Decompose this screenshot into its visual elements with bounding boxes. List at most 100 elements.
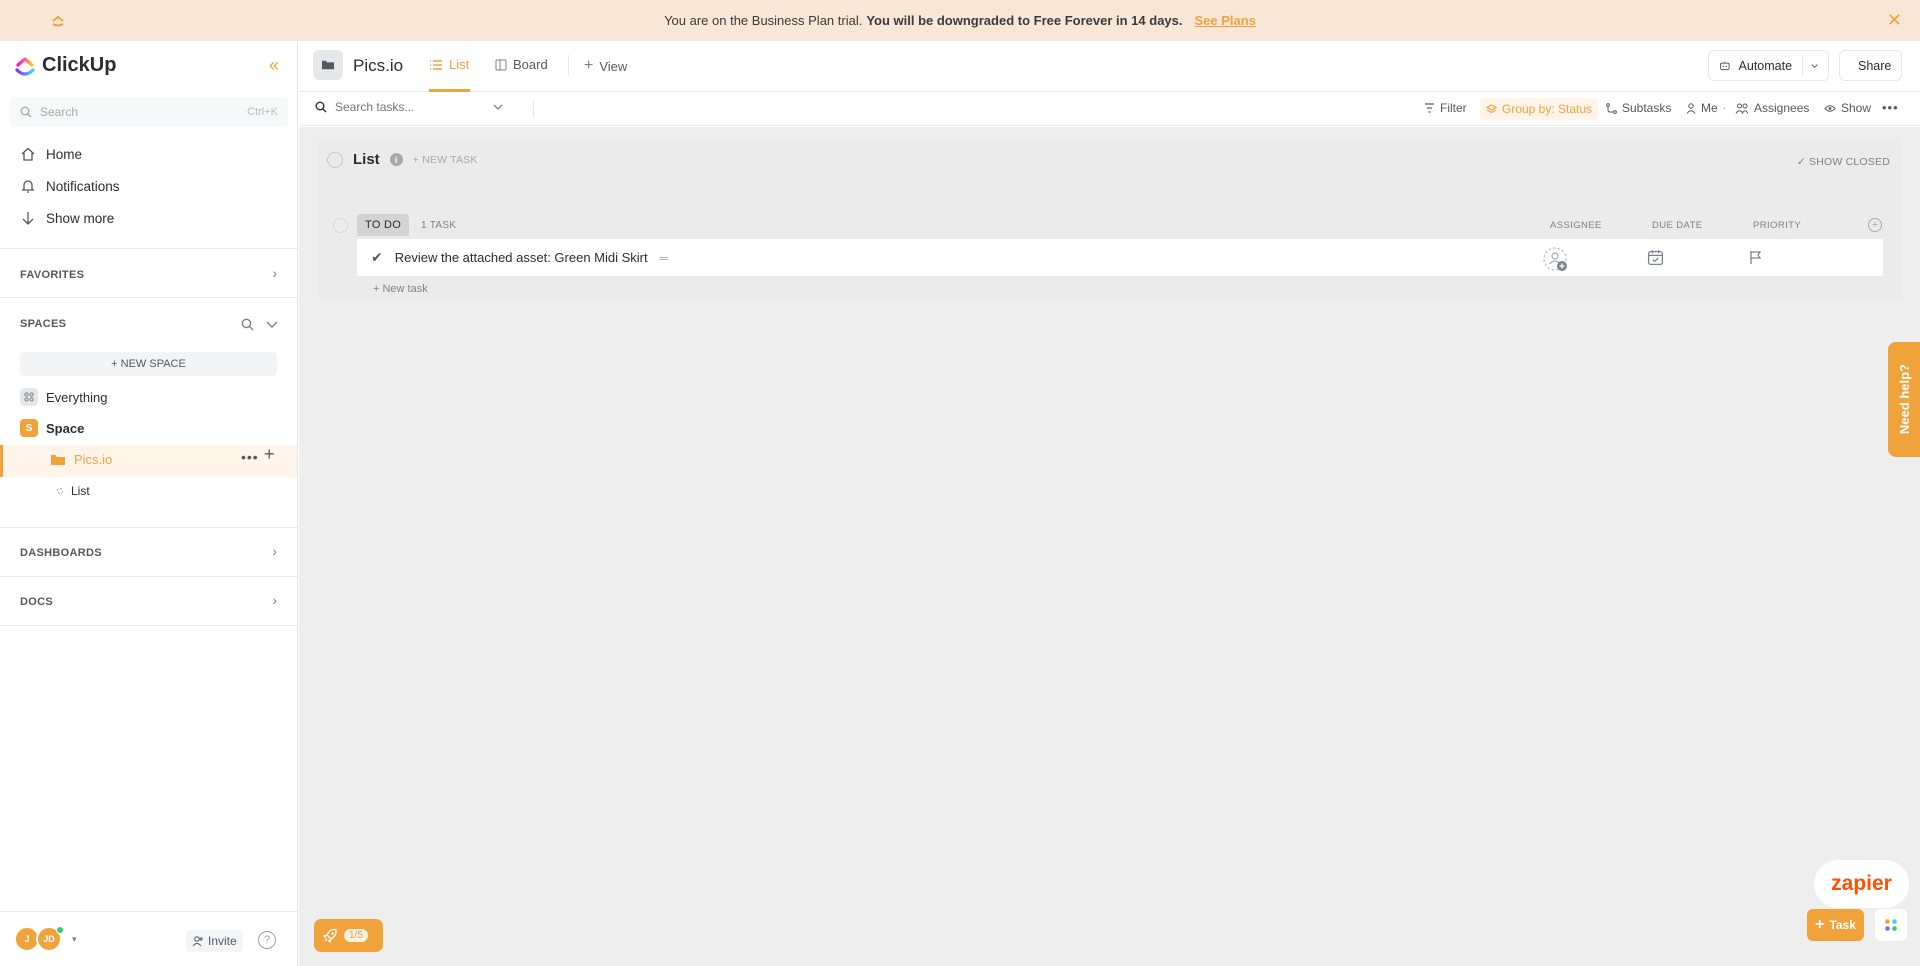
folder-button[interactable] [313, 50, 343, 80]
add-assignee-icon[interactable] [1543, 247, 1569, 273]
share-label: Share [1858, 58, 1892, 73]
help-icon[interactable]: ? [258, 931, 276, 949]
calendar-icon[interactable] [1647, 249, 1664, 266]
new-task-link[interactable]: + New task [373, 283, 428, 295]
list-icon [430, 59, 442, 70]
chevron-right-icon[interactable]: › [272, 592, 277, 608]
plus-icon[interactable]: + [264, 444, 275, 465]
collapse-group-icon[interactable] [333, 218, 348, 233]
new-task-header-button[interactable]: + NEW TASK [413, 154, 478, 166]
check-icon[interactable]: ✔ [371, 249, 383, 266]
nav-notifications[interactable]: Notifications [20, 178, 120, 194]
tab-board[interactable]: Board [495, 57, 548, 72]
caret-down-icon[interactable]: ▾ [72, 934, 77, 945]
collapse-list-icon[interactable] [327, 151, 343, 168]
user-icon [1686, 102, 1696, 114]
add-user-icon [192, 936, 203, 947]
see-plans-link[interactable]: See Plans [1195, 13, 1256, 28]
check-icon: ✓ [1796, 156, 1806, 168]
list-title: List [353, 151, 380, 168]
eye-icon [1824, 104, 1836, 112]
group-by-button[interactable]: Group by: Status [1480, 98, 1599, 120]
task-row[interactable]: ✔ Review the attached asset: Green Midi … [357, 239, 1883, 276]
sidebar-item-list-label: List [71, 484, 90, 498]
group-by-label: Group by: Status [1502, 102, 1593, 116]
me-button[interactable]: Me [1686, 101, 1718, 115]
filter-label: Filter [1440, 101, 1467, 115]
chevron-down-icon[interactable] [1811, 62, 1818, 70]
invite-button[interactable]: Invite [186, 930, 243, 952]
chevron-right-icon[interactable]: › [272, 265, 277, 281]
add-view-button[interactable]: + View [584, 57, 627, 75]
share-button[interactable]: Share [1839, 50, 1902, 81]
info-icon[interactable]: i [389, 153, 403, 166]
subtasks-button[interactable]: Subtasks [1606, 101, 1671, 115]
robot-icon [1719, 61, 1730, 70]
new-space-button[interactable]: + NEW SPACE [20, 352, 277, 376]
home-icon [21, 147, 35, 161]
task-search-input[interactable] [335, 100, 485, 114]
tab-list[interactable]: List [429, 57, 469, 72]
sidebar-search[interactable]: Search Ctrl+K [10, 97, 288, 127]
status-badge[interactable]: TO DO [357, 214, 410, 236]
add-task-button[interactable]: + Task [1807, 909, 1864, 941]
sidebar-footer: J JD ▾ Invite ? [0, 911, 297, 966]
nav-show-more[interactable]: Show more [20, 210, 114, 226]
me-label: Me [1701, 101, 1718, 115]
docs-header[interactable]: DOCS [20, 596, 53, 608]
flag-icon[interactable] [1749, 250, 1763, 265]
automate-button[interactable]: Automate [1708, 50, 1829, 81]
assignees-button[interactable]: Assignees [1735, 101, 1809, 115]
collapse-sidebar-icon[interactable]: « [269, 55, 279, 76]
add-task-label: Task [1829, 918, 1856, 932]
search-icon [20, 106, 32, 118]
task-count: 1 TASK [421, 220, 457, 231]
show-closed-label: SHOW CLOSED [1809, 156, 1890, 168]
sidebar-item-list[interactable]: List [57, 484, 90, 498]
close-icon[interactable]: ✕ [1887, 10, 1902, 31]
dashboards-header[interactable]: DASHBOARDS [20, 547, 102, 559]
column-header-due-date[interactable]: DUE DATE [1652, 220, 1703, 231]
search-shortcut: Ctrl+K [247, 106, 278, 118]
task-name[interactable]: Review the attached asset: Green Midi Sk… [395, 250, 648, 265]
show-button[interactable]: Show [1824, 101, 1871, 115]
column-header-assignee[interactable]: ASSIGNEE [1550, 220, 1602, 231]
apps-button[interactable] [1875, 909, 1907, 941]
folder-icon [322, 60, 334, 70]
onboarding-progress: 1/5 [344, 929, 368, 942]
chevron-down-icon[interactable] [266, 320, 278, 330]
need-help-tab[interactable]: Need help? [1888, 342, 1920, 457]
layers-icon [1486, 103, 1497, 113]
list-header: List i + NEW TASK [327, 151, 478, 168]
search-icon [315, 101, 327, 113]
task-search[interactable] [315, 100, 525, 114]
zapier-widget[interactable]: zapier [1814, 860, 1909, 908]
divider [1802, 55, 1803, 76]
more-options-icon[interactable]: ••• [1882, 100, 1899, 115]
filter-button[interactable]: Filter [1424, 101, 1467, 115]
spaces-header[interactable]: SPACES [20, 318, 66, 330]
automate-label: Automate [1738, 58, 1793, 73]
list-card: List i + NEW TASK ✓ SHOW CLOSED TO DO 1 … [317, 139, 1902, 300]
nav-home[interactable]: Home [20, 146, 82, 162]
show-closed-button[interactable]: ✓ SHOW CLOSED [1797, 156, 1890, 168]
chevron-right-icon[interactable]: › [272, 543, 277, 559]
column-header-priority[interactable]: PRIORITY [1753, 220, 1801, 231]
search-icon[interactable] [241, 318, 254, 331]
sidebar-item-everything[interactable]: Everything [20, 388, 107, 406]
subtasks-icon [1606, 102, 1617, 114]
sidebar-item-folder[interactable]: Pics.io [50, 452, 112, 467]
favorites-header[interactable]: FAVORITES [20, 269, 84, 281]
divider [0, 297, 297, 298]
divider [568, 55, 569, 75]
plus-icon: + [1815, 916, 1825, 933]
sidebar-item-space[interactable]: S Space [20, 419, 84, 437]
space-avatar: S [20, 419, 38, 437]
onboarding-progress-button[interactable]: 1/5 [314, 919, 383, 952]
chevron-down-icon[interactable] [493, 103, 503, 111]
clickup-small-icon [52, 15, 64, 27]
divider [0, 576, 297, 577]
add-column-icon[interactable]: + [1868, 218, 1882, 232]
brand-logo[interactable]: ClickUp [14, 54, 116, 77]
more-options-icon[interactable]: ••• [241, 449, 259, 465]
